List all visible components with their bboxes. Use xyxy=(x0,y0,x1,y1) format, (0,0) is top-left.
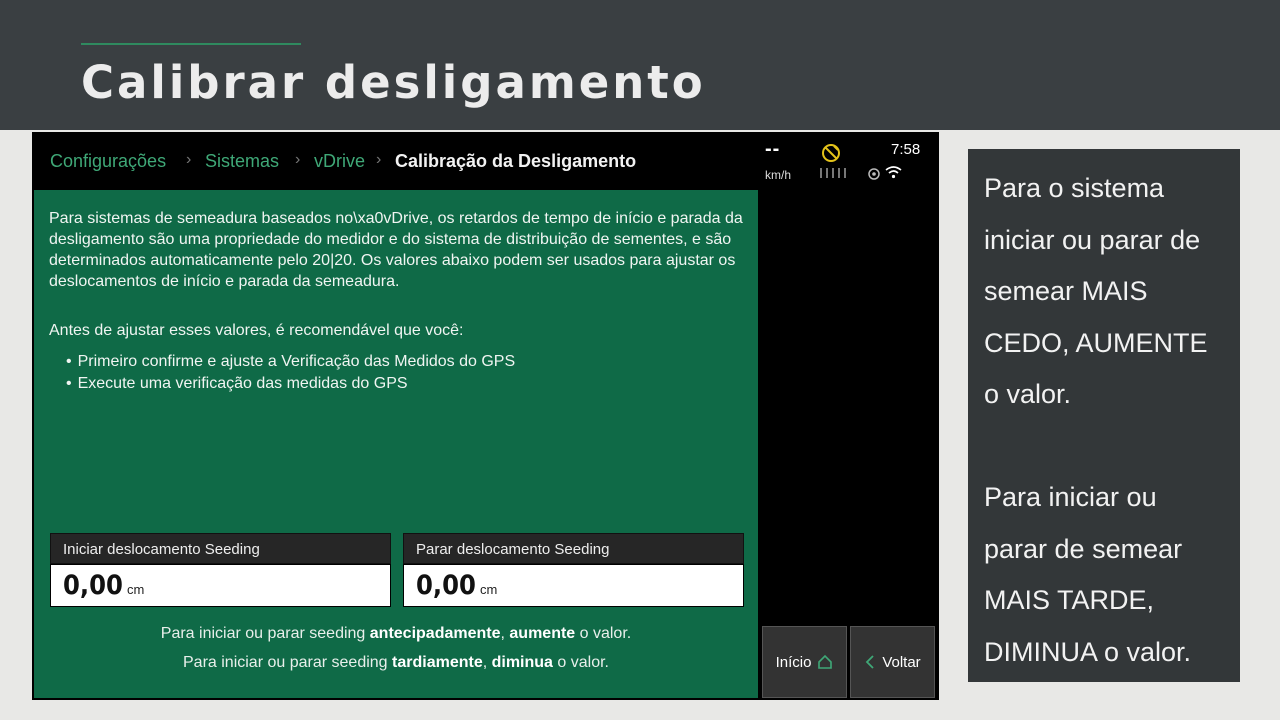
breadcrumb-current: Calibração da Desligamento xyxy=(395,151,637,171)
breadcrumb-configuracoes[interactable]: Configurações xyxy=(50,151,166,172)
instruction-note: Para o sistema iniciar ou parar de semea… xyxy=(968,149,1240,682)
start-offset-input[interactable]: 0,00 cm xyxy=(50,564,391,607)
signal-bars-icon xyxy=(820,168,846,178)
start-offset-value: 0,00 xyxy=(63,570,123,601)
sync-icon xyxy=(868,168,880,180)
stop-offset-field[interactable]: Parar deslocamento Seeding 0,00 cm xyxy=(403,533,744,607)
chevron-left-icon xyxy=(866,655,874,669)
recommendation-text: Antes de ajustar esses valores, é recome… xyxy=(49,322,464,339)
back-button-label: Voltar xyxy=(882,653,921,671)
list-item: Primeiro confirme e ajuste a Verificação… xyxy=(66,351,516,373)
back-button[interactable]: Voltar xyxy=(850,626,935,698)
device-screen: Configurações › Sistemas › vDrive › Cali… xyxy=(32,132,939,700)
stop-offset-value: 0,00 xyxy=(416,570,476,601)
title-accent-line xyxy=(81,43,301,45)
calibration-content: Para sistemas de semeadura baseados no\x… xyxy=(34,190,758,698)
home-button-label: Início xyxy=(775,653,812,671)
hint-decrease: Para iniciar ou parar seeding tardiament… xyxy=(183,654,609,671)
slide-title: Calibrar desligamento xyxy=(81,56,706,109)
instruction-text: Para o sistema iniciar ou parar de semea… xyxy=(984,173,1208,667)
speed-value: -- xyxy=(765,138,781,160)
wifi-icon xyxy=(885,166,902,179)
home-button[interactable]: Início xyxy=(762,626,847,698)
stop-offset-input[interactable]: 0,00 cm xyxy=(403,564,744,607)
hint-increase: Para iniciar ou parar seeding antecipada… xyxy=(160,625,632,642)
start-offset-field[interactable]: Iniciar deslocamento Seeding 0,00 cm xyxy=(50,533,391,607)
recommendation-list: Primeiro confirme e ajuste a Verificação… xyxy=(66,351,516,395)
breadcrumb-vdrive[interactable]: vDrive xyxy=(314,151,365,172)
breadcrumb-separator: › xyxy=(186,151,192,168)
slide-header: Calibrar desligamento xyxy=(0,0,1280,130)
stop-offset-unit: cm xyxy=(479,582,498,597)
top-bar: Configurações › Sistemas › vDrive › Cali… xyxy=(32,132,939,190)
start-offset-unit: cm xyxy=(126,582,145,597)
breadcrumb-separator: › xyxy=(376,151,382,168)
clock: 7:58 xyxy=(891,141,921,158)
speed-unit: km/h xyxy=(765,168,792,182)
gps-satellite-icon xyxy=(822,144,840,162)
stop-offset-label: Parar deslocamento Seeding xyxy=(403,533,744,564)
start-offset-label: Iniciar deslocamento Seeding xyxy=(50,533,391,564)
breadcrumb-separator: › xyxy=(295,151,301,168)
list-item: Execute uma verificação das medidas do G… xyxy=(66,373,515,395)
intro-text: Para sistemas de semeadura baseados no\x… xyxy=(49,210,743,290)
breadcrumb-sistemas[interactable]: Sistemas xyxy=(205,151,279,172)
home-icon xyxy=(818,654,833,669)
